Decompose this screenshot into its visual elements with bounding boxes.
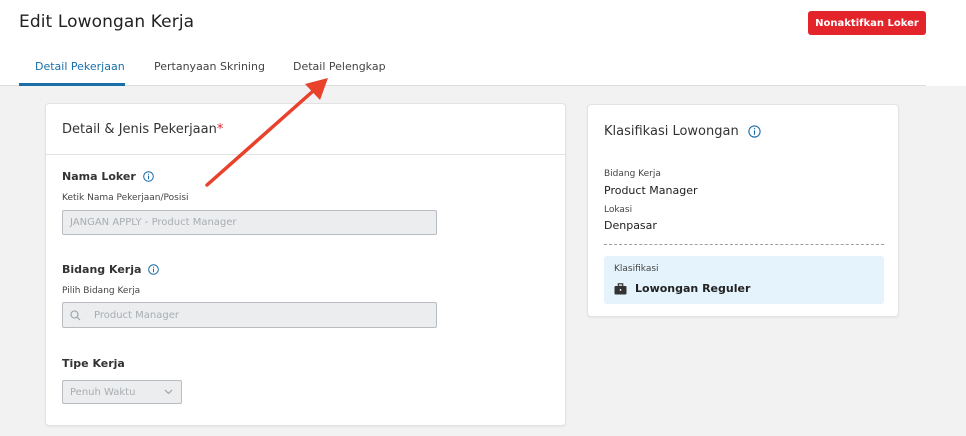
field-summary-value: Product Manager: [604, 184, 698, 197]
job-name-hint: Ketik Nama Pekerjaan/Posisi: [62, 193, 189, 203]
job-name-input[interactable]: JANGAN APPLY - Product Manager: [62, 210, 437, 235]
job-type-select[interactable]: Penuh Waktu: [62, 380, 182, 404]
deactivate-job-button[interactable]: Nonaktifkan Loker: [808, 11, 926, 35]
field-label-row: Bidang Kerja: [62, 263, 160, 276]
field-select-value: Product Manager: [94, 309, 179, 321]
page-title: Edit Lowongan Kerja: [19, 12, 195, 32]
job-type-label-row: Tipe Kerja: [62, 357, 125, 370]
classification-value: Lowongan Reguler: [635, 282, 751, 295]
active-tab-indicator: [19, 83, 125, 86]
job-type-value: Penuh Waktu: [70, 386, 136, 398]
classification-box: Klasifikasi Lowongan Reguler: [604, 256, 884, 304]
classification-card-title-row: Klasifikasi Lowongan: [604, 124, 761, 139]
info-circle-icon[interactable]: [148, 264, 160, 275]
tab-pertanyaan-skrining[interactable]: Pertanyaan Skrining: [154, 60, 265, 73]
tab-bar: Detail Pekerjaan Pertanyaan Skrining Det…: [0, 50, 926, 86]
info-circle-icon[interactable]: [748, 125, 761, 138]
job-name-value: JANGAN APPLY - Product Manager: [70, 217, 237, 228]
field-select-input[interactable]: Product Manager: [62, 302, 437, 328]
field-summary-label: Bidang Kerja: [604, 169, 661, 179]
job-detail-card-title: Detail & Jenis Pekerjaan*: [62, 122, 223, 137]
dashed-divider: [604, 244, 884, 245]
job-detail-title-text: Detail & Jenis Pekerjaan: [62, 122, 217, 137]
info-circle-icon[interactable]: [143, 171, 154, 182]
job-detail-card: Detail & Jenis Pekerjaan* Nama Loker Ket…: [45, 103, 566, 426]
job-name-label: Nama Loker: [62, 170, 136, 183]
tab-detail-pelengkap[interactable]: Detail Pelengkap: [293, 60, 386, 73]
classification-card-title: Klasifikasi Lowongan: [604, 124, 739, 139]
classification-value-row: Lowongan Reguler: [614, 282, 750, 295]
field-label: Bidang Kerja: [62, 263, 142, 276]
top-bar: Edit Lowongan Kerja Nonaktifkan Loker De…: [0, 0, 966, 86]
classification-card: Klasifikasi Lowongan Bidang Kerja Produc…: [587, 104, 899, 317]
job-type-label: Tipe Kerja: [62, 357, 125, 370]
location-summary-label: Lokasi: [604, 205, 633, 215]
classification-label: Klasifikasi: [614, 264, 659, 274]
location-summary-value: Denpasar: [604, 219, 657, 232]
search-icon: [70, 309, 81, 321]
briefcase-icon: [614, 282, 627, 295]
chevron-down-icon: [164, 389, 173, 395]
required-marker: *: [216, 122, 224, 137]
field-hint: Pilih Bidang Kerja: [62, 286, 141, 296]
job-detail-card-header: Detail & Jenis Pekerjaan*: [46, 104, 565, 155]
job-name-label-row: Nama Loker: [62, 170, 154, 183]
tab-detail-pekerjaan[interactable]: Detail Pekerjaan: [35, 60, 125, 73]
